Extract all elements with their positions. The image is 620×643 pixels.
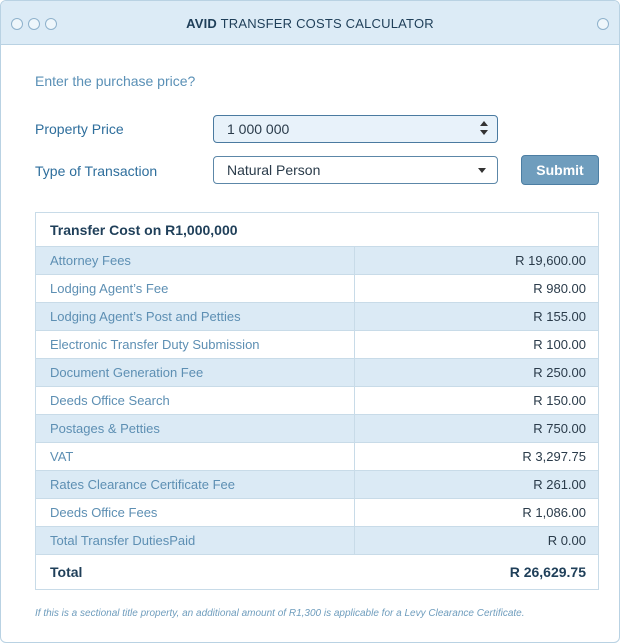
column-divider [354,471,355,498]
transaction-type-label: Type of Transaction [35,163,158,179]
fee-amount: R 980.00 [533,281,586,296]
fee-label: Postages & Petties [50,421,160,436]
fee-label: Lodging Agent’s Fee [50,281,169,296]
fee-label: Total Transfer DutiesPaid [50,533,196,548]
fee-label: Deeds Office Fees [50,505,158,520]
column-divider [354,359,355,386]
levy-footnote: If this is a sectional title property, a… [35,608,525,619]
table-row: Rates Clearance Certificate Fee R 261.00 [36,471,598,499]
transaction-type-value: Natural Person [227,162,321,178]
fee-amount: R 19,600.00 [515,253,586,268]
column-divider [354,415,355,442]
table-row: Total Transfer DutiesPaid R 0.00 [36,527,598,555]
table-row: Document Generation Fee R 250.00 [36,359,598,387]
fee-amount: R 3,297.75 [522,449,586,464]
property-price-label: Property Price [35,121,124,137]
column-divider [354,499,355,526]
column-divider [354,331,355,358]
fee-amount: R 750.00 [533,421,586,436]
total-row: Total R 26,629.75 [36,555,598,589]
purchase-price-prompt: Enter the purchase price? [35,73,196,89]
transfer-cost-table: Transfer Cost on R1,000,000 Attorney Fee… [35,212,599,590]
column-divider [354,527,355,554]
fee-amount: R 155.00 [533,309,586,324]
column-divider [354,247,355,274]
number-spinner-icon[interactable] [480,121,488,137]
fee-label: VAT [50,449,74,464]
transaction-type-select[interactable]: Natural Person [213,156,498,184]
window-title-text: TRANSFER COSTS CALCULATOR [217,16,434,31]
fee-amount: R 261.00 [533,477,586,492]
fee-amount: R 0.00 [547,533,586,548]
table-row: Lodging Agent’s Post and Petties R 155.00 [36,303,598,331]
column-divider [354,303,355,330]
property-price-input[interactable]: 1 000 000 [213,115,498,143]
property-price-value: 1 000 000 [227,121,290,137]
fee-amount: R 100.00 [533,337,586,352]
fee-label: Deeds Office Search [50,393,170,408]
total-amount: R 26,629.75 [509,564,586,580]
fee-amount: R 150.00 [533,393,586,408]
table-row: Deeds Office Search R 150.00 [36,387,598,415]
column-divider [354,387,355,414]
table-row: Attorney Fees R 19,600.00 [36,247,598,275]
window-title: AVID TRANSFER COSTS CALCULATOR [1,16,619,31]
window-title-brand: AVID [186,16,218,31]
table-row: Postages & Petties R 750.00 [36,415,598,443]
table-row: Lodging Agent’s Fee R 980.00 [36,275,598,303]
table-row: VAT R 3,297.75 [36,443,598,471]
fee-label: Attorney Fees [50,253,131,268]
fee-label: Document Generation Fee [50,365,204,380]
window-options-button[interactable] [597,18,609,30]
fee-amount: R 250.00 [533,365,586,380]
fee-label: Lodging Agent’s Post and Petties [50,309,241,324]
column-divider [354,275,355,302]
table-row: Deeds Office Fees R 1,086.00 [36,499,598,527]
column-divider [354,443,355,470]
table-row: Electronic Transfer Duty Submission R 100… [36,331,598,359]
total-label: Total [50,564,83,580]
fee-amount: R 1,086.00 [522,505,586,520]
fee-label: Electronic Transfer Duty Submission [50,337,260,352]
submit-button[interactable]: Submit [521,155,599,185]
fee-label: Rates Clearance Certificate Fee [50,477,235,492]
title-bar: AVID TRANSFER COSTS CALCULATOR [1,1,619,45]
chevron-down-icon [478,168,486,173]
table-header: Transfer Cost on R1,000,000 [36,213,598,247]
calculator-window: AVID TRANSFER COSTS CALCULATOR Enter the… [0,0,620,643]
